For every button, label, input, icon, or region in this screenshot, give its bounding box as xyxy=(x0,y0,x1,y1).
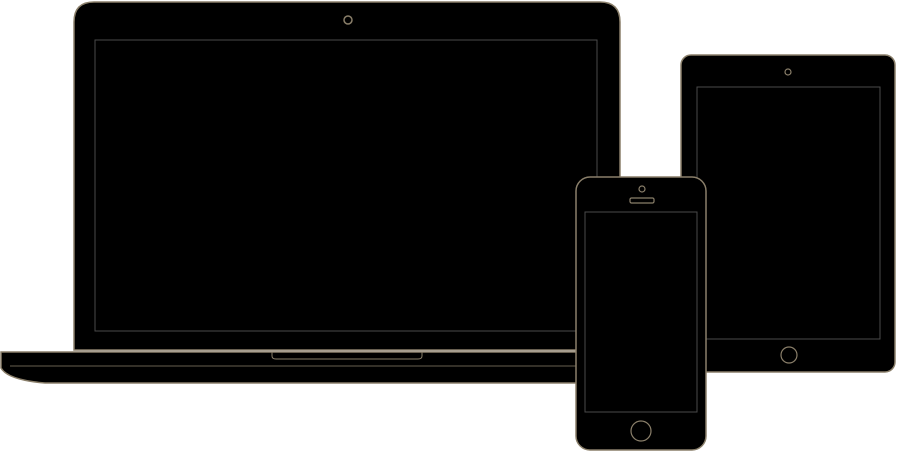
laptop-camera-icon xyxy=(343,15,353,25)
phone-camera-icon xyxy=(638,185,646,193)
tablet xyxy=(680,54,896,373)
tablet-screen xyxy=(696,86,881,340)
laptop-screen xyxy=(94,39,598,332)
phone xyxy=(575,176,707,451)
tablet-home-button-icon xyxy=(780,346,798,364)
phone-screen xyxy=(584,211,698,413)
devices-illustration xyxy=(0,1,896,451)
tablet-camera-icon xyxy=(784,68,792,76)
device-mockup-scene xyxy=(0,0,897,452)
phone-speaker xyxy=(629,197,655,204)
phone-home-button-icon xyxy=(630,420,652,442)
